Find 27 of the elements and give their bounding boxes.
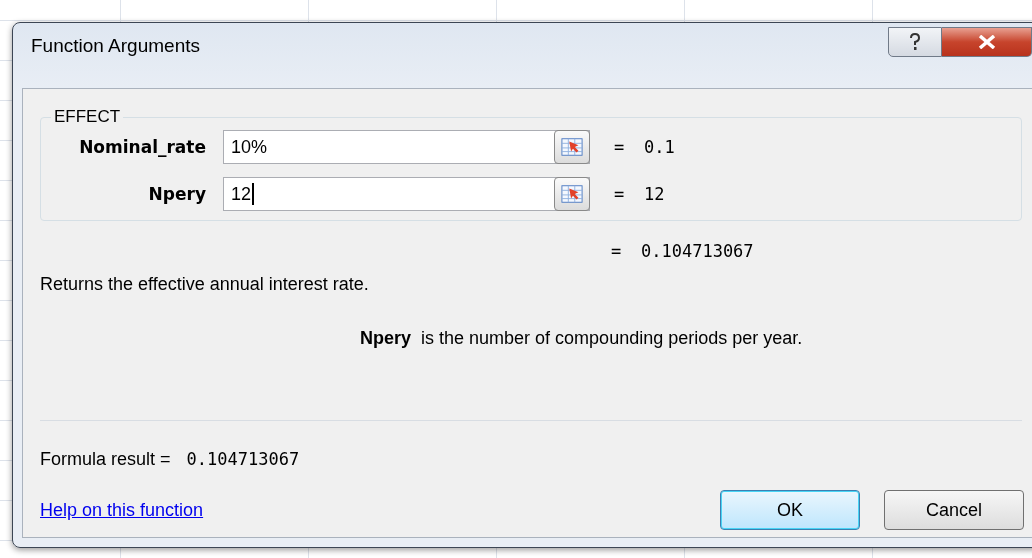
formula-result-label: Formula result = <box>40 449 171 470</box>
equals-sign: = <box>614 137 626 157</box>
cell-reference-button[interactable] <box>554 177 590 211</box>
result-preview: 0.104713067 <box>641 241 754 261</box>
function-name: EFFECT <box>53 107 122 127</box>
argument-help: Npery is the number of compounding periods per year. <box>360 328 804 349</box>
argument-label: Nominal_rate <box>78 137 206 157</box>
evaluated-value: 12 <box>644 184 665 204</box>
window-title: Function Arguments <box>31 35 200 57</box>
cancel-button[interactable]: Cancel <box>884 490 1024 530</box>
argument-label: Npery <box>147 184 206 204</box>
help-icon <box>908 32 922 52</box>
argument-input[interactable]: 12 <box>223 177 590 211</box>
cell-reference-icon <box>561 184 583 204</box>
close-button[interactable] <box>942 27 1032 57</box>
ok-button[interactable]: OK <box>720 490 860 530</box>
formula-result-value: 0.104713067 <box>186 449 300 469</box>
argument-input[interactable]: 10% <box>223 130 590 164</box>
equals-sign: = <box>614 184 626 204</box>
cell-reference-icon <box>561 137 583 157</box>
help-button[interactable] <box>888 27 942 57</box>
function-description: Returns the effective annual interest rate. <box>40 274 370 295</box>
equals-sign: = <box>611 241 623 261</box>
close-icon <box>977 35 996 49</box>
help-link[interactable]: Help on this function <box>40 499 204 521</box>
evaluated-value: 0.1 <box>644 137 675 157</box>
cell-reference-button[interactable] <box>554 130 590 164</box>
